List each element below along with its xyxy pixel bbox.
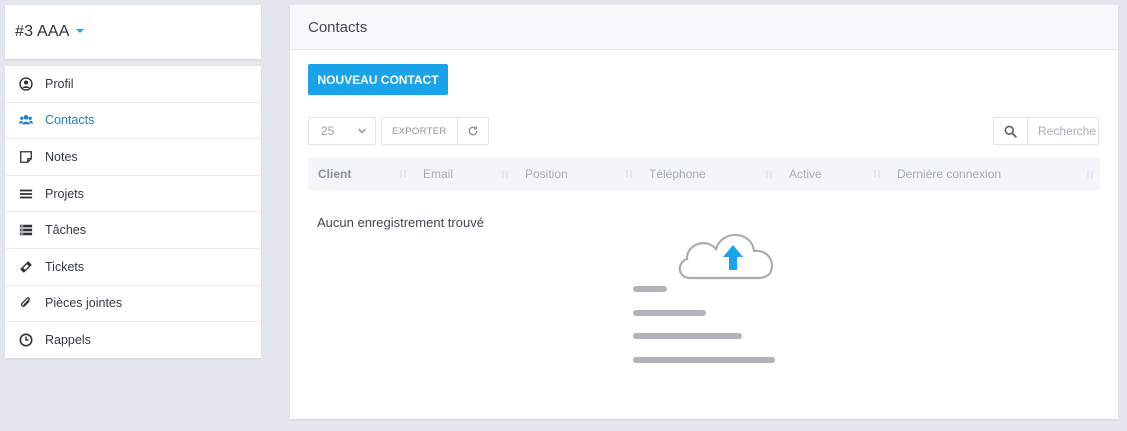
search-input[interactable] [1027,117,1099,145]
column-header-client[interactable]: Client [308,157,413,190]
column-header-telephone[interactable]: Téléphone [639,157,779,190]
panel-header: Contacts [290,5,1118,50]
column-header-email[interactable]: Email [413,157,515,190]
new-contact-button[interactable]: NOUVEAU CONTACT [308,64,448,95]
column-label: Email [423,166,454,181]
page-length-select[interactable]: 25 [308,117,376,145]
contacts-panel: Contacts NOUVEAU CONTACT 25 EXPORTER Cli… [290,5,1118,419]
clock-icon [19,333,33,347]
sidebar-item-label: Notes [45,149,78,164]
sidebar-item-label: Tickets [45,259,85,274]
sidebar-item-profil[interactable]: Profil [5,66,261,103]
empty-cloud-upload-illustration [633,233,775,363]
column-header-active[interactable]: Active [779,157,887,190]
sort-icon [626,170,632,178]
table-toolbar: 25 EXPORTER [308,117,489,145]
page-title: Contacts [308,18,368,36]
sort-icon [1087,170,1093,178]
search-box [993,117,1099,145]
sort-icon [874,170,880,178]
search-icon [1004,125,1017,138]
user-circle-icon [19,77,33,91]
column-header-position[interactable]: Position [515,157,639,190]
sort-icon [766,170,772,178]
ticket-icon [19,260,33,274]
caret-down-icon[interactable] [75,29,84,33]
sidebar-item-label: Profil [45,76,74,91]
sort-icon [502,170,508,178]
column-label: Téléphone [649,166,706,181]
table-header: Client Email Position Téléphone Active D… [308,157,1100,190]
column-header-derniere-connexion[interactable]: Dernière connexion [887,157,1100,190]
search-button[interactable] [993,117,1027,145]
sidebar-item-projets[interactable]: Projets [5,176,261,213]
empty-state-message: Aucun enregistrement trouvé [317,215,484,230]
tasks-icon [19,223,33,237]
sidebar-item-taches[interactable]: Tâches [5,212,261,249]
sidebar-item-label: Pièces jointes [45,296,123,311]
chevron-down-icon [357,128,367,134]
client-name[interactable]: #3 AAA [15,23,70,41]
column-label: Active [789,166,822,181]
sidebar-item-label: Projets [45,186,84,201]
refresh-icon [468,126,477,136]
column-label: Client [318,166,352,181]
sidebar-item-label: Tâches [45,223,86,238]
sidebar-item-pieces-jointes[interactable]: Pièces jointes [5,286,261,323]
note-icon [19,150,33,164]
sidebar-item-label: Contacts [45,113,95,128]
export-button-group: EXPORTER [381,117,489,145]
bars-icon [19,187,33,201]
users-icon [19,113,33,127]
column-label: Dernière connexion [897,166,1002,181]
sidebar-item-rappels[interactable]: Rappels [5,322,261,359]
sort-icon [400,170,406,178]
export-button[interactable]: EXPORTER [382,118,458,144]
sidebar-item-notes[interactable]: Notes [5,139,261,176]
paperclip-icon [19,296,33,310]
sidebar-item-tickets[interactable]: Tickets [5,249,261,286]
refresh-button[interactable] [458,118,488,144]
client-selector[interactable]: #3 AAA [5,5,261,59]
column-label: Position [525,166,568,181]
sidebar-item-label: Rappels [45,333,91,348]
sidebar-menu: Profil Contacts Notes Projets Tâches Tic… [5,66,261,358]
page-length-value: 25 [321,124,335,138]
sidebar-item-contacts[interactable]: Contacts [5,103,261,140]
